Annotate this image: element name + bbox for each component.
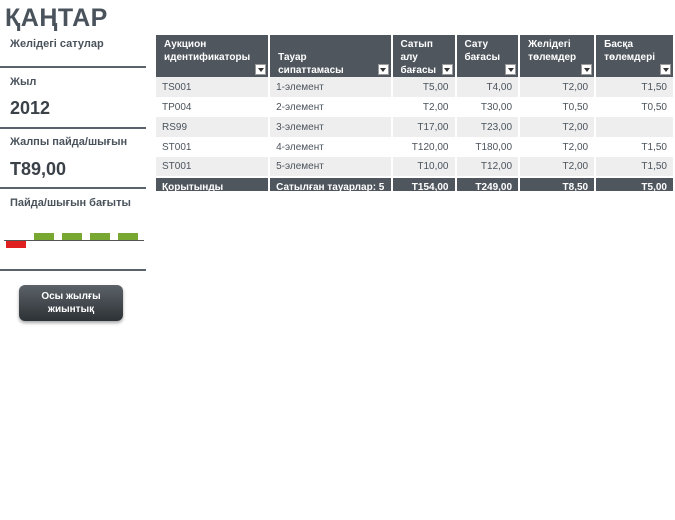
cell-auction-id[interactable]: ST001 [156, 157, 271, 177]
cell-sale-price[interactable]: Т180,00 [455, 137, 521, 157]
filter-dropdown-icon[interactable] [505, 64, 517, 75]
cell-description[interactable]: 2-элемент [269, 97, 393, 117]
filter-dropdown-icon[interactable] [255, 64, 267, 75]
page-subtitle: Желідегі сатулар [10, 38, 104, 50]
column-header-online-fees[interactable]: Желідегі төлемдер [519, 35, 597, 77]
divider [0, 127, 146, 129]
cell-other-fees[interactable] [595, 117, 675, 137]
table-row[interactable]: RS99 3-элемент Т17,00 Т23,00 Т2,00 [156, 117, 675, 137]
cell-purchase-price[interactable]: Т120,00 [391, 137, 457, 157]
page-title: ҚАҢТАР [5, 4, 108, 32]
cell-purchase-price[interactable]: Т10,00 [391, 157, 457, 177]
sparkline-profit-bar [34, 233, 54, 240]
year-label: Жыл [10, 76, 37, 88]
filter-dropdown-icon[interactable] [581, 64, 593, 75]
sparkline-profit-bar [90, 233, 110, 240]
cell-purchase-price[interactable]: Т5,00 [391, 77, 457, 97]
table-row[interactable]: TP004 2-элемент Т2,00 Т30,00 Т0,50 Т0,50 [156, 97, 675, 117]
cell-sale-price[interactable]: Т23,00 [455, 117, 521, 137]
trend-label: Пайда/шығын бағыты [10, 197, 131, 209]
sparkline-loss-bar [6, 241, 26, 248]
sales-table: Аукцион идентификаторы Тауар сипаттамасы… [156, 35, 675, 191]
table-row[interactable]: ST001 4-элемент Т120,00 Т180,00 Т2,00 Т1… [156, 137, 675, 157]
table-row[interactable]: TS001 1-элемент Т5,00 Т4,00 Т2,00 Т1,50 [156, 77, 675, 97]
cell-auction-id[interactable]: TP004 [156, 97, 271, 117]
cell-online-fees[interactable]: Т2,00 [519, 77, 597, 97]
cell-auction-id[interactable]: TS001 [156, 77, 271, 97]
sparkline-profit-bar [118, 233, 138, 240]
cell-purchase-price[interactable]: Т17,00 [391, 117, 457, 137]
cell-other-fees[interactable]: Т1,50 [595, 157, 675, 177]
cell-auction-id[interactable]: RS99 [156, 117, 271, 137]
cell-sale-price[interactable]: Т12,00 [455, 157, 521, 177]
column-header-sale-price[interactable]: Сату бағасы [455, 35, 521, 77]
trend-sparkline [4, 226, 144, 252]
column-header-other-fees[interactable]: Басқа төлемдері [595, 35, 675, 77]
total-items-sold: Сатылған тауарлар: 5 [269, 176, 393, 191]
cell-description[interactable]: 5-элемент [269, 157, 393, 177]
cell-online-fees[interactable]: Т2,00 [519, 137, 597, 157]
filter-dropdown-icon[interactable] [441, 64, 453, 75]
column-header-purchase-price[interactable]: Сатып алу бағасы [391, 35, 457, 77]
cell-sale-price[interactable]: Т4,00 [455, 77, 521, 97]
year-value: 2012 [10, 98, 51, 118]
cell-description[interactable]: 3-элемент [269, 117, 393, 137]
column-header-auction-id[interactable]: Аукцион идентификаторы [156, 35, 271, 77]
total-other-fees: Т5,00 [595, 176, 675, 191]
cell-online-fees[interactable]: Т2,00 [519, 157, 597, 177]
sparkline-profit-bar [62, 233, 82, 240]
cell-other-fees[interactable]: Т1,50 [595, 77, 675, 97]
profit-label: Жалпы пайда/шығын [10, 136, 128, 148]
cell-description[interactable]: 1-элемент [269, 77, 393, 97]
cell-purchase-price[interactable]: Т2,00 [391, 97, 457, 117]
total-purchase-price: Т154,00 [391, 176, 457, 191]
divider [0, 187, 146, 189]
cell-online-fees[interactable]: Т0,50 [519, 97, 597, 117]
table-totals-row: Қорытынды Сатылған тауарлар: 5 Т154,00 Т… [156, 176, 675, 191]
cell-description[interactable]: 4-элемент [269, 137, 393, 157]
divider [0, 269, 146, 271]
column-header-description[interactable]: Тауар сипаттамасы [269, 35, 393, 77]
cell-online-fees[interactable]: Т2,00 [519, 117, 597, 137]
filter-dropdown-icon[interactable] [660, 64, 671, 75]
total-sale-price: Т249,00 [455, 176, 521, 191]
sales-table-container: Аукцион идентификаторы Тауар сипаттамасы… [156, 35, 675, 191]
year-summary-button[interactable]: Осы жылғы жиынтық [19, 285, 123, 321]
cell-other-fees[interactable]: Т1,50 [595, 137, 675, 157]
total-label: Қорытынды [156, 176, 271, 191]
table-row[interactable]: ST001 5-элемент Т10,00 Т12,00 Т2,00 Т1,5… [156, 157, 675, 177]
cell-other-fees[interactable]: Т0,50 [595, 97, 675, 117]
total-online-fees: Т8,50 [519, 176, 597, 191]
cell-sale-price[interactable]: Т30,00 [455, 97, 521, 117]
filter-dropdown-icon[interactable] [377, 64, 389, 75]
cell-auction-id[interactable]: ST001 [156, 137, 271, 157]
divider [0, 66, 146, 68]
profit-value: Т89,00 [10, 159, 67, 179]
